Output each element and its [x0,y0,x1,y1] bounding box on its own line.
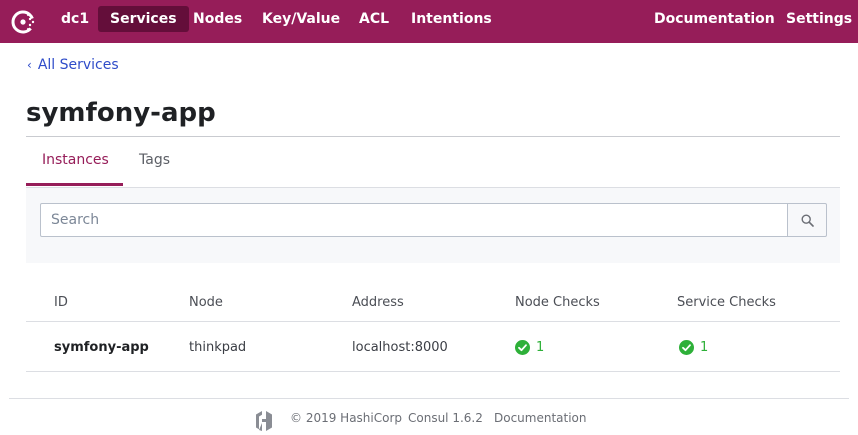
nav-acl[interactable]: ACL [347,6,401,32]
nav-documentation[interactable]: Documentation [642,6,787,32]
nav-nodes[interactable]: Nodes [181,6,254,32]
datacenter-selector[interactable]: dc1 [49,6,101,32]
column-header-node[interactable]: Node [189,295,223,310]
search-input[interactable] [40,203,788,237]
footer-copyright: © 2019 HashiCorp [290,411,403,425]
footer-version: Consul 1.6.2 [408,411,483,425]
service-checks-count: 1 [700,340,709,355]
check-circle-icon [515,340,530,355]
instance-node[interactable]: thinkpad [189,340,246,355]
footer-documentation-link[interactable]: Documentation [494,411,587,425]
table-row-divider [26,371,840,372]
column-header-service-checks[interactable]: Service Checks [677,295,776,310]
instance-address: localhost:8000 [352,340,448,355]
top-nav: dc1 Services Nodes Key/Value ACL Intenti… [0,0,858,43]
instance-id[interactable]: symfony-app [54,340,149,355]
tab-instances[interactable]: Instances [42,152,109,168]
node-checks-count: 1 [536,340,545,355]
footer-divider [9,398,849,399]
table-header-divider [26,321,840,322]
nav-key-value[interactable]: Key/Value [250,6,352,32]
nav-services[interactable]: Services [98,6,189,32]
search-button[interactable] [787,203,827,237]
nav-intentions[interactable]: Intentions [399,6,504,32]
breadcrumb-all-services[interactable]: All Services [38,57,119,73]
breadcrumb[interactable]: ‹ All Services [27,57,119,73]
search-panel [26,187,840,263]
active-tab-indicator [26,183,123,186]
title-divider [26,136,840,137]
hashicorp-logo-icon[interactable] [254,410,274,432]
tab-tags[interactable]: Tags [139,152,170,168]
column-header-node-checks[interactable]: Node Checks [515,295,600,310]
search-icon [801,214,814,227]
consul-logo-icon[interactable] [10,8,38,36]
column-header-address[interactable]: Address [352,295,404,310]
column-header-id[interactable]: ID [54,295,68,310]
chevron-left-icon: ‹ [27,58,32,72]
nav-settings[interactable]: Settings [774,6,858,32]
page-title: symfony-app [26,98,216,128]
check-circle-icon [679,340,694,355]
